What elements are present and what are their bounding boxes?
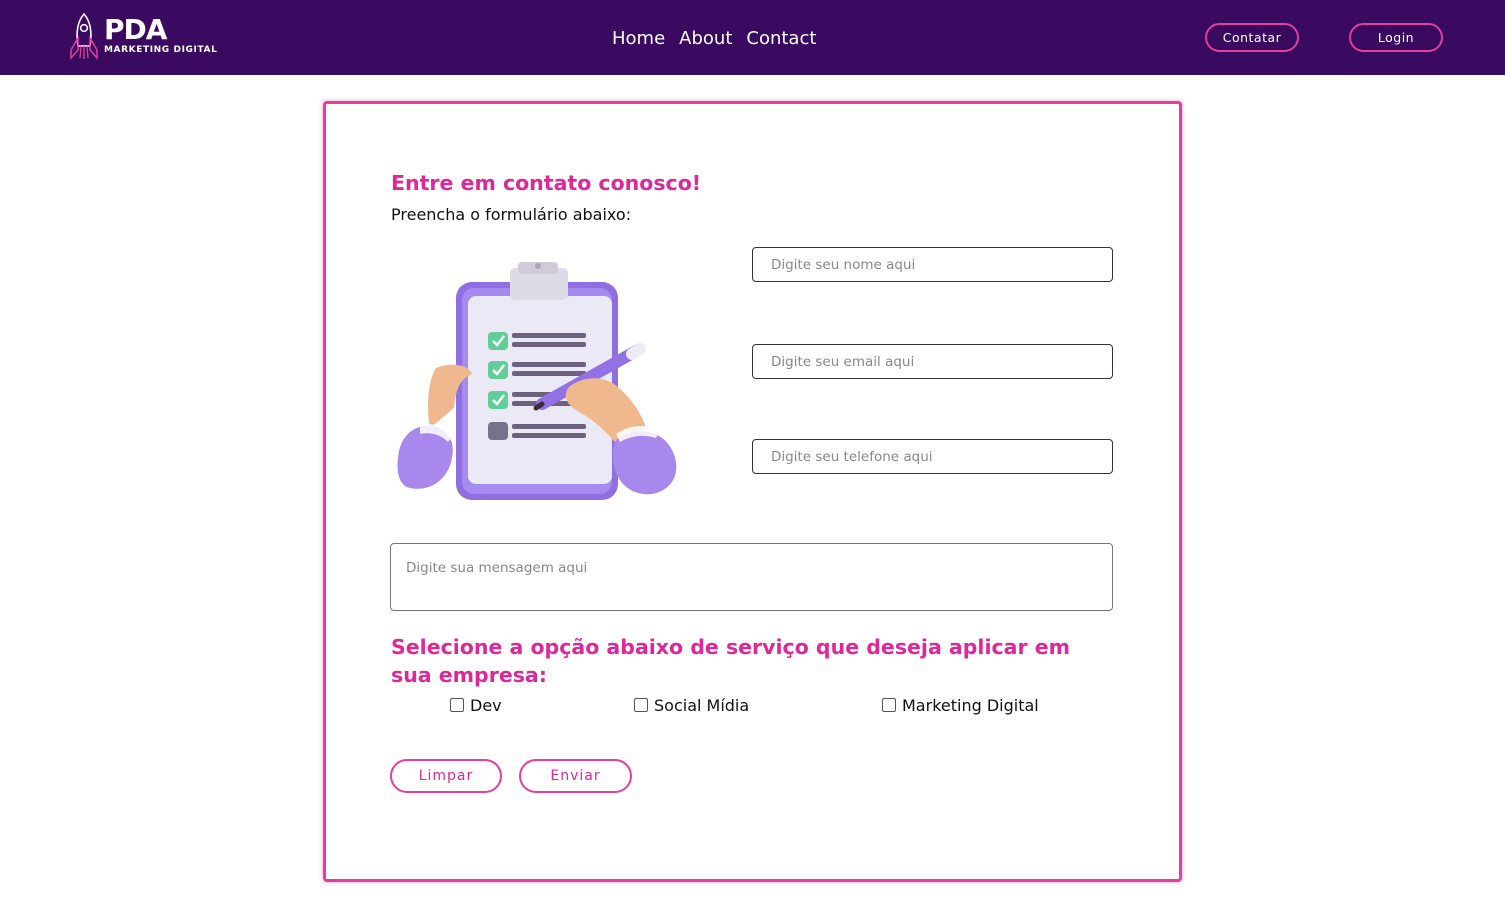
- message-textarea[interactable]: [390, 543, 1113, 611]
- form-title: Entre em contato conosco!: [391, 171, 702, 195]
- logo-subtitle: MARKETING DIGITAL: [104, 45, 218, 55]
- nav-home[interactable]: Home: [612, 26, 665, 52]
- option-dev[interactable]: Dev: [450, 694, 502, 716]
- dev-checkbox[interactable]: [450, 698, 464, 712]
- name-input[interactable]: [752, 247, 1113, 282]
- rocket-icon: [70, 12, 98, 60]
- marketing-digital-checkbox[interactable]: [882, 698, 896, 712]
- social-midia-label: Social Mídia: [654, 695, 750, 715]
- social-midia-checkbox[interactable]: [634, 698, 648, 712]
- option-marketing-digital[interactable]: Marketing Digital: [882, 694, 1039, 716]
- nav-about[interactable]: About: [679, 26, 732, 52]
- option-social-midia[interactable]: Social Mídia: [634, 694, 749, 716]
- email-input[interactable]: [752, 344, 1113, 379]
- dev-label: Dev: [470, 695, 502, 715]
- logo-title: PDA: [104, 13, 167, 46]
- marketing-digital-label: Marketing Digital: [902, 695, 1039, 715]
- clear-button[interactable]: Limpar: [390, 759, 502, 793]
- form-subtitle: Preencha o formulário abaixo:: [391, 205, 632, 224]
- send-button[interactable]: Enviar: [519, 759, 632, 793]
- nav-contact[interactable]: Contact: [746, 26, 816, 52]
- login-button[interactable]: Login: [1349, 23, 1443, 52]
- phone-input[interactable]: [752, 439, 1113, 474]
- main-nav: Home About Contact: [612, 26, 816, 52]
- clipboard-checklist-illustration: [397, 262, 677, 500]
- services-question: Selecione a opção abaixo de serviço que …: [391, 635, 1070, 687]
- logo[interactable]: PDA MARKETING DIGITAL: [66, 10, 226, 62]
- site-header: PDA MARKETING DIGITAL Home About Contact…: [0, 0, 1505, 75]
- contatar-button[interactable]: Contatar: [1205, 23, 1299, 52]
